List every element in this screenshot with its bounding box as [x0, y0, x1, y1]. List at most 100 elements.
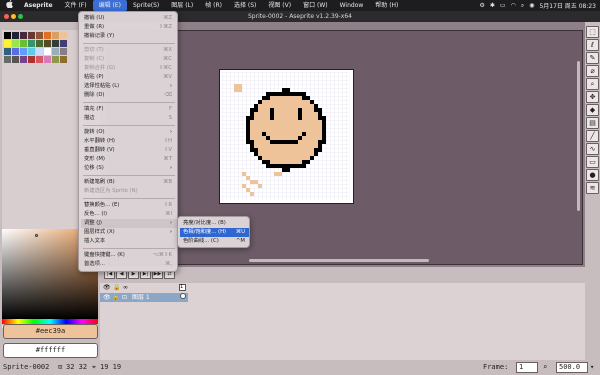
palette-swatch[interactable]	[12, 56, 19, 63]
palette-swatch[interactable]	[36, 48, 43, 55]
apple-menu-icon[interactable]	[0, 0, 18, 11]
zoom-icon[interactable]: ⌕	[543, 360, 547, 375]
menu-item[interactable]: 图层样式 (X) ›	[81, 228, 177, 237]
palette-swatch[interactable]	[60, 48, 67, 55]
menu-layer[interactable]: 图层 (L)	[165, 0, 199, 11]
palette-swatch[interactable]	[60, 56, 67, 63]
move-tool-icon[interactable]: ✥	[586, 91, 599, 103]
palette-swatch[interactable]	[4, 48, 11, 55]
zoom-tool-icon[interactable]: ⌕	[586, 78, 599, 90]
menu-item[interactable]: 新建笔刷 (B) ⌘B	[81, 178, 177, 187]
background-color-field[interactable]: #ffffff	[3, 343, 98, 358]
app-menu[interactable]: Aseprite	[18, 0, 59, 11]
layer-row[interactable]: 👁 🔓 ⊡ 图层 1	[100, 293, 188, 302]
menu-item[interactable]: 撤销记录 (Y)	[81, 32, 177, 41]
frame-field[interactable]: 1	[516, 362, 538, 373]
menu-item[interactable]: 撤销 (U) ⌘Z	[81, 14, 177, 23]
horizontal-scrollbar[interactable]	[249, 259, 429, 262]
menu-item[interactable]: 位移 (S) ›	[81, 164, 177, 173]
palette-swatch[interactable]	[4, 56, 11, 63]
palette-swatch[interactable]	[28, 32, 35, 39]
palette-swatch[interactable]	[44, 40, 51, 47]
palette-swatch[interactable]	[36, 32, 43, 39]
palette-swatch[interactable]	[20, 56, 27, 63]
search-icon[interactable]: ⌕	[521, 2, 524, 10]
visibility-header-icon[interactable]: 👁	[103, 284, 111, 291]
menu-item[interactable]: 填充 (F) F	[81, 105, 177, 114]
blur-tool-icon[interactable]: ≋	[586, 182, 599, 194]
menu-item[interactable]: 替换颜色... (E) ⇧R	[81, 201, 177, 210]
palette-swatch[interactable]	[36, 56, 43, 63]
palette-swatch[interactable]	[28, 56, 35, 63]
menu-window[interactable]: Window	[334, 0, 370, 11]
palette-swatch[interactable]	[44, 32, 51, 39]
palette-swatch[interactable]	[28, 40, 35, 47]
palette-swatch[interactable]	[28, 48, 35, 55]
zoom-dropdown-icon[interactable]: ▾	[590, 360, 594, 375]
foreground-color-field[interactable]: #eec39a	[3, 324, 98, 339]
menu-item[interactable]: 重做 (R) ⇧⌘Z	[81, 23, 177, 32]
lasso-tool-icon[interactable]: ℓ	[586, 39, 599, 51]
palette-swatch[interactable]	[12, 40, 19, 47]
menu-item[interactable]: 描边 S	[81, 114, 177, 123]
wifi-icon[interactable]: ◠	[511, 2, 516, 9]
eyedropper-tool-icon[interactable]: ⌀	[586, 65, 599, 77]
battery-icon[interactable]: ▭	[500, 2, 506, 9]
menu-item[interactable]: 调整 (J) ›	[81, 219, 177, 228]
color-picker-cursor[interactable]	[35, 234, 38, 237]
palette-swatch[interactable]	[12, 32, 19, 39]
palette-swatch[interactable]	[60, 32, 67, 39]
sprite-drawing[interactable]	[222, 72, 350, 200]
palette-swatch[interactable]	[44, 48, 51, 55]
zoom-field[interactable]: 500.0	[556, 362, 588, 373]
fill-tool-icon[interactable]: ◆	[586, 104, 599, 116]
palette-swatch[interactable]	[44, 56, 51, 63]
palette-swatch[interactable]	[4, 32, 11, 39]
menu-window-cn[interactable]: 窗口 (W)	[297, 0, 334, 11]
palette-swatch[interactable]	[20, 48, 27, 55]
control-center-icon[interactable]: ⚙	[479, 2, 484, 9]
menu-item[interactable]: 键盘快捷键... (K) ⌥⌘⇧K	[81, 251, 177, 260]
palette-swatch[interactable]	[52, 48, 59, 55]
menu-item[interactable]: 粘贴 (P) ⌘V	[81, 73, 177, 82]
vertical-scrollbar[interactable]	[577, 61, 580, 211]
curve-tool-icon[interactable]: ∿	[586, 143, 599, 155]
menu-select[interactable]: 选择 (S)	[228, 0, 262, 11]
menu-view[interactable]: 视图 (V)	[262, 0, 297, 11]
menu-item[interactable]: 水平翻转 (H) ⇧H	[81, 137, 177, 146]
sprite-canvas[interactable]	[219, 69, 354, 204]
menu-item[interactable]: 选择性粘贴 (L) ›	[81, 82, 177, 91]
layer-lock-icon[interactable]: 🔓	[112, 293, 119, 302]
palette-swatch[interactable]	[52, 40, 59, 47]
contour-tool-icon[interactable]: ●	[586, 169, 599, 181]
rectangle-tool-icon[interactable]: ▭	[586, 156, 599, 168]
zoom-window-button[interactable]	[18, 14, 23, 19]
palette-swatch[interactable]	[60, 40, 67, 47]
submenu-item[interactable]: 色相/饱和度... (H) ⌘U	[180, 228, 249, 237]
palette-swatch[interactable]	[12, 48, 19, 55]
menu-frame[interactable]: 帧 (R)	[199, 0, 228, 11]
menu-sprite[interactable]: Sprite(S)	[127, 0, 165, 11]
link-header-icon[interactable]: ∞	[123, 284, 128, 291]
menu-file[interactable]: 文件 (F)	[59, 0, 93, 11]
lock-header-icon[interactable]: 🔒	[113, 284, 120, 291]
layer-name[interactable]: 图层 1	[132, 294, 150, 301]
menubar-datetime[interactable]: 5月17日 周五 08:23	[539, 1, 596, 10]
layer-visibility-icon[interactable]: 👁	[103, 293, 111, 302]
menu-item[interactable]: 首选项... ⌘,	[81, 260, 177, 269]
palette-swatch[interactable]	[4, 40, 11, 47]
menu-help[interactable]: 帮助 (H)	[369, 0, 404, 11]
cel-icon[interactable]	[180, 293, 186, 299]
palette-swatch[interactable]	[36, 40, 43, 47]
menu-item[interactable]: 变形 (M) ⌘T	[81, 155, 177, 164]
close-window-button[interactable]	[4, 14, 9, 19]
menu-item[interactable]: 插入文本	[81, 237, 177, 246]
menu-item[interactable]: 删除 (D) ⌫	[81, 91, 177, 100]
menu-edit[interactable]: 编辑 (E)	[92, 0, 127, 11]
minimize-window-button[interactable]	[11, 14, 16, 19]
line-tool-icon[interactable]: ╱	[586, 130, 599, 142]
marquee-tool-icon[interactable]: ⬚	[586, 26, 599, 38]
bluetooth-icon[interactable]: ✱	[490, 2, 495, 9]
palette-swatch[interactable]	[20, 32, 27, 39]
menu-item[interactable]: 反色... (I) ⌘I	[81, 210, 177, 219]
